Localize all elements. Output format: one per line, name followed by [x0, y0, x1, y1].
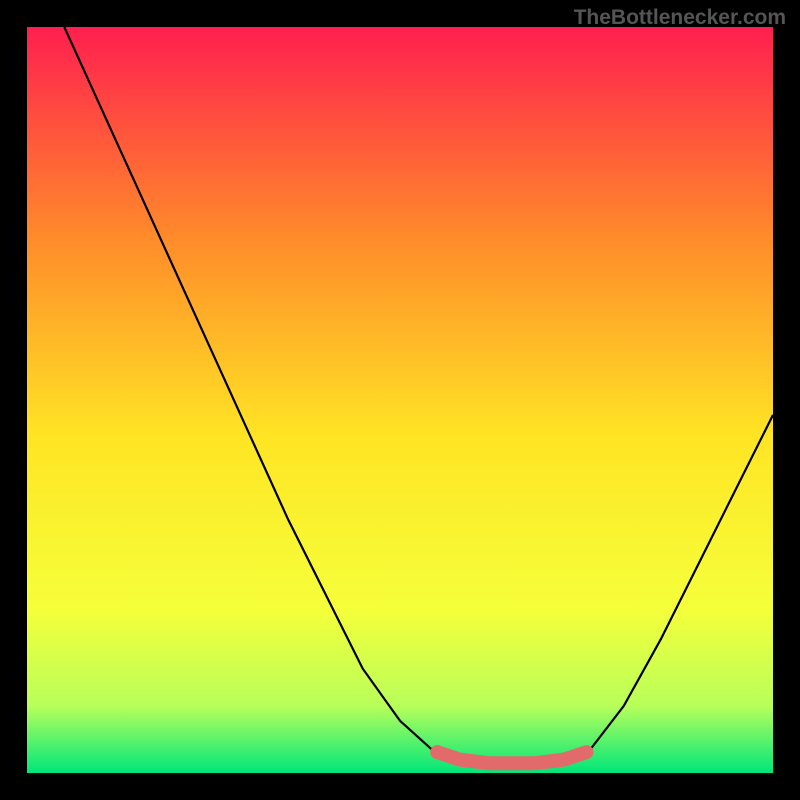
chart-svg: [27, 27, 773, 773]
chart-container: TheBottlenecker.com: [0, 0, 800, 800]
gradient-bg: [27, 27, 773, 773]
band-start-marker: [430, 745, 444, 759]
plot-area: [27, 27, 773, 773]
watermark-text: TheBottlenecker.com: [574, 6, 786, 30]
